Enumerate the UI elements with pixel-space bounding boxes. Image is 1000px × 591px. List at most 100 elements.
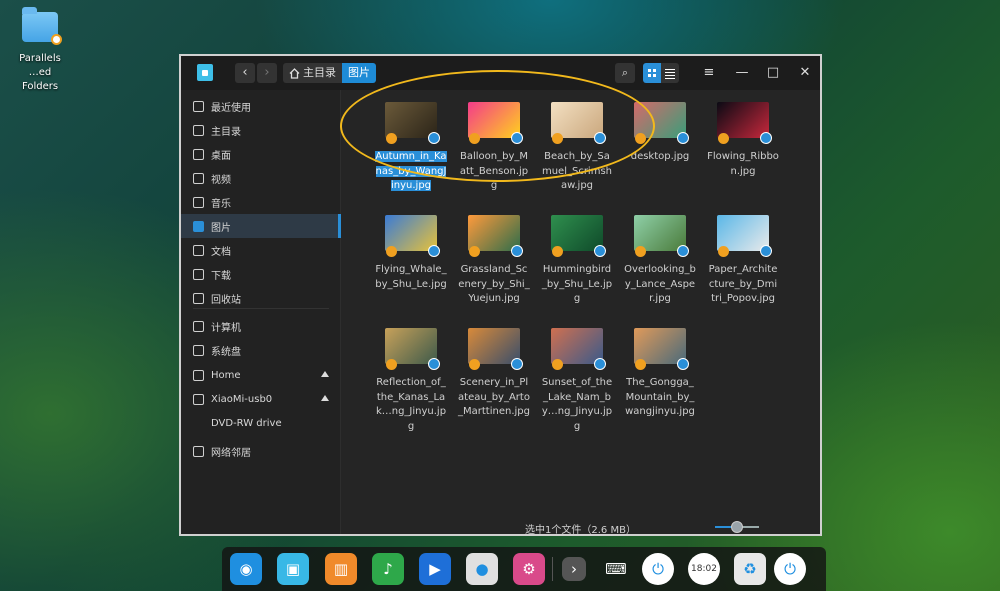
list-view-button[interactable] [661, 63, 679, 83]
image-thumbnail [385, 215, 440, 257]
file-item[interactable]: Flying_Whale_by_Shu_Le.jpg [373, 215, 449, 292]
shortcut-icon [677, 245, 689, 257]
shortcut-icon [677, 358, 689, 370]
dock-divider [552, 557, 553, 581]
sidebar-item-系统盘[interactable]: 系统盘 [181, 338, 341, 362]
image-thumbnail [385, 102, 440, 144]
sidebar-item-桌面[interactable]: 桌面 [181, 142, 341, 166]
sidebar-item-主目录[interactable]: 主目录 [181, 118, 341, 142]
file-name: Flying_Whale_by_Shu_Le.jpg [375, 264, 447, 290]
eject-icon[interactable] [321, 371, 329, 377]
video-icon[interactable]: ▶ [419, 553, 451, 585]
eject-icon[interactable] [321, 395, 329, 401]
search-icon: ⌕ [621, 66, 629, 79]
sidebar-item-home[interactable]: Home [181, 363, 341, 387]
minimize-button[interactable]: — [732, 63, 752, 83]
forward-button[interactable]: › [257, 63, 277, 83]
search-button[interactable]: ⌕ [615, 63, 635, 83]
file-item[interactable]: Hummingbird_by_Shu_Le.jpg [539, 215, 615, 307]
breadcrumb-current[interactable]: 图片 [342, 63, 376, 83]
image-thumbnail [634, 215, 689, 257]
file-manager-icon[interactable]: ▣ [277, 553, 309, 585]
sidebar-item-网络邻居[interactable]: 网络邻居 [181, 439, 341, 463]
file-name: Flowing_Ribbon.jpg [707, 151, 779, 177]
breadcrumb-home[interactable]: 主目录 [283, 63, 342, 83]
breadcrumb: 主目录 图片 [283, 63, 376, 83]
lock-icon [386, 359, 397, 370]
status-bar: 选中1个文件（2.6 MB） [341, 518, 820, 536]
back-button[interactable]: ‹ [235, 63, 255, 83]
file-name: Reflection_of_the_Kanas_Lak…ng_Jinyu.jpg [375, 377, 447, 432]
power-icon[interactable]: ⏻ [642, 553, 674, 585]
keyboard-icon[interactable]: ⌨ [600, 553, 632, 585]
desktop-icon-parallels-shared-folders[interactable]: Parallels …ed Folders [12, 7, 68, 94]
app-store-icon[interactable]: ▥ [325, 553, 357, 585]
file-item[interactable]: Beach_by_Samuel_Scrimshaw.jpg [539, 102, 615, 194]
shortcut-icon [594, 245, 606, 257]
sidebar-item-图片[interactable]: 图片 [181, 214, 341, 238]
lock-icon [718, 246, 729, 257]
lock-icon [635, 246, 646, 257]
sidebar-item-dvd-rw-drive[interactable]: DVD-RW drive [181, 411, 341, 435]
shutdown-icon[interactable]: ⏻ [774, 553, 806, 585]
file-item[interactable]: Scenery_in_Plateau_by_Arto_Marttinen.jpg [456, 328, 532, 420]
file-item[interactable]: Overlooking_by_Lance_Asper.jpg [622, 215, 698, 307]
sidebar: 最近使用主目录桌面 视频 音乐 图片 文档下载回收站计算机 系统盘 Home XiaoMi-u… [181, 90, 341, 534]
file-manager-logo-icon [197, 64, 213, 81]
sidebar-item-音乐[interactable]: 音乐 [181, 190, 341, 214]
trash-icon[interactable]: ♻ [734, 553, 766, 585]
file-item[interactable]: Flowing_Ribbon.jpg [705, 102, 781, 179]
close-button[interactable]: ✕ [795, 63, 815, 83]
zoom-slider[interactable] [715, 521, 759, 533]
file-item[interactable]: Reflection_of_the_Kanas_Lak…ng_Jinyu.jpg [373, 328, 449, 434]
icon-view-button[interactable] [643, 63, 661, 83]
menu-button[interactable]: ≡ [699, 63, 719, 83]
launcher-icon[interactable]: ◉ [230, 553, 262, 585]
sidebar-item-计算机[interactable]: 计算机 [181, 314, 341, 338]
file-item[interactable]: Balloon_by_Matt_Benson.jpg [456, 102, 532, 194]
download-icon [193, 268, 204, 280]
sidebar-item-回收站[interactable]: 回收站 [181, 286, 341, 310]
file-item[interactable]: desktop.jpg [622, 102, 698, 165]
sidebar-item-下载[interactable]: 下载 [181, 262, 341, 286]
sidebar-item-label: 下载 [211, 270, 231, 282]
expand-icon[interactable]: › [562, 557, 586, 581]
file-name: Sunset_of_the_Lake_Nam_by…ng_Jinyu.jpg [541, 377, 613, 432]
sidebar-item-xiaomi-usb0[interactable]: XiaoMi-usb0 [181, 387, 341, 411]
home-icon [289, 67, 300, 79]
file-item[interactable]: Sunset_of_the_Lake_Nam_by…ng_Jinyu.jpg [539, 328, 615, 434]
file-item[interactable]: Grassland_Scenery_by_Shi_Yuejun.jpg [456, 215, 532, 307]
sidebar-item-文档[interactable]: 文档 [181, 238, 341, 262]
file-item[interactable]: The_Gongga_Mountain_by_wangjinyu.jpg [622, 328, 698, 420]
clock-icon [193, 100, 204, 112]
music-icon [193, 196, 204, 208]
desktop-icon [193, 148, 204, 160]
lock-icon [386, 133, 397, 144]
image-thumbnail [468, 215, 523, 257]
status-text: 选中1个文件（2.6 MB） [525, 525, 636, 536]
file-item[interactable]: Autumn_in_Kanas_by_WangJinyu.jpg [373, 102, 449, 194]
music-icon[interactable]: ♪ [372, 553, 404, 585]
sidebar-item-最近使用[interactable]: 最近使用 [181, 94, 341, 118]
shortcut-icon [511, 132, 523, 144]
file-name: Autumn_in_Kanas_by_WangJinyu.jpg [375, 151, 447, 191]
home-icon [193, 124, 204, 136]
file-name: Hummingbird_by_Shu_Le.jpg [541, 264, 613, 304]
sidebar-item-视频[interactable]: 视频 [181, 166, 341, 190]
maximize-button[interactable]: □ [763, 63, 783, 83]
shortcut-icon [594, 132, 606, 144]
file-item[interactable]: Paper_Architecture_by_Dmitri_Popov.jpg [705, 215, 781, 307]
video-icon [193, 172, 204, 184]
lock-icon [469, 359, 480, 370]
zoom-slider-handle[interactable] [731, 521, 743, 533]
file-name: desktop.jpg [630, 151, 690, 162]
settings-icon[interactable]: ⚙ [513, 553, 545, 585]
network-icon [193, 445, 204, 457]
shortcut-icon [511, 245, 523, 257]
chrome-icon[interactable]: ● [466, 553, 498, 585]
picture-icon [193, 220, 204, 232]
clock-icon[interactable]: 18:02 [688, 553, 720, 585]
lock-icon [469, 246, 480, 257]
sidebar-item-label: 主目录 [211, 126, 241, 138]
sidebar-item-label: 网络邻居 [211, 447, 251, 459]
